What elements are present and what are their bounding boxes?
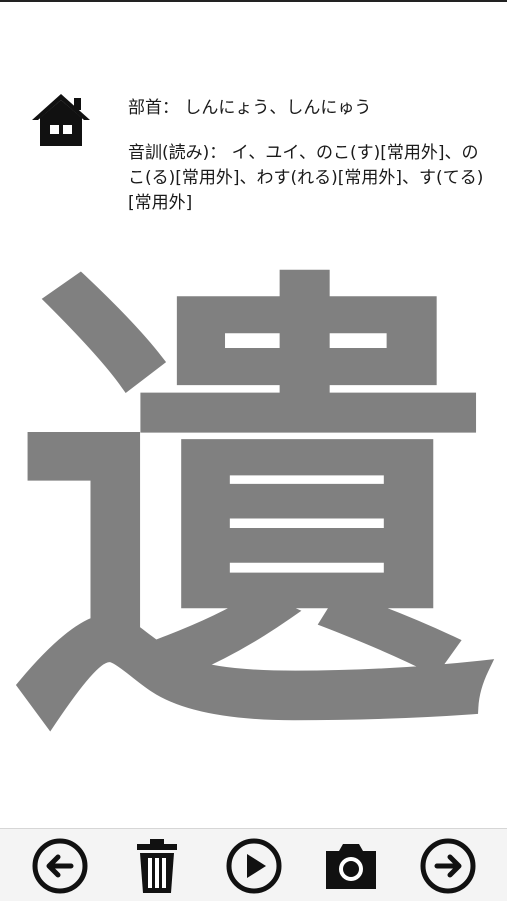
reading-row: 音訓(読み)： イ、ユイ、のこ(す)[常用外]、のこ(る)[常用外]、わす(れる… [128, 141, 488, 216]
play-circle-icon [226, 838, 282, 894]
radical-value: しんにょう、しんにゅう [184, 98, 372, 118]
radical-row: 部首： しんにょう、しんにゅう [128, 96, 488, 121]
kanji-character: 遺 [13, 230, 494, 794]
bottom-toolbar [0, 828, 507, 901]
home-icon [32, 94, 90, 146]
top-border [0, 0, 507, 2]
camera-button[interactable] [322, 837, 380, 895]
previous-button[interactable] [31, 837, 89, 895]
play-button[interactable] [225, 837, 283, 895]
kanji-display: 遺 [0, 232, 507, 792]
next-button[interactable] [419, 837, 477, 895]
arrow-left-circle-icon [32, 838, 88, 894]
kanji-info: 部首： しんにょう、しんにゅう 音訓(読み)： イ、ユイ、のこ(す)[常用外]、… [128, 96, 488, 216]
delete-button[interactable] [128, 837, 186, 895]
reading-label: 音訓(読み)： [128, 143, 227, 163]
trash-icon [137, 839, 177, 893]
camera-icon [326, 844, 376, 889]
home-button[interactable] [30, 92, 92, 150]
arrow-right-circle-icon [420, 838, 476, 894]
radical-label: 部首： [128, 98, 179, 118]
